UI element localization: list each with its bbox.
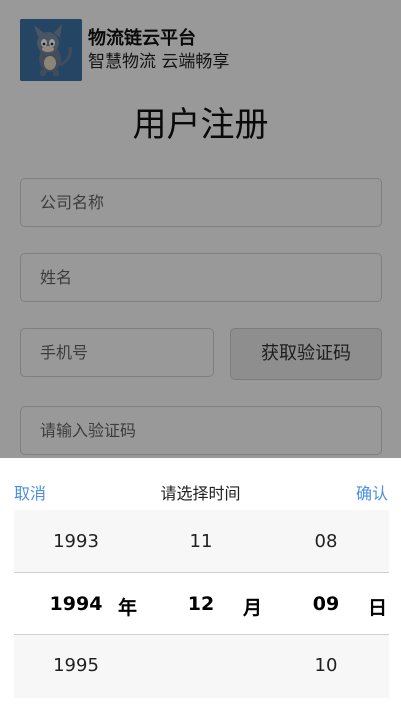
picker-header: 请选择时间 取消 确认 xyxy=(0,458,401,510)
year-option[interactable]: 1995 xyxy=(46,655,106,676)
day-option[interactable]: 08 xyxy=(296,531,356,552)
year-unit: 年 xyxy=(118,597,138,619)
date-picker: 请选择时间 取消 确认 1993 1994 1995 年 11 12 月 08 … xyxy=(0,458,401,711)
day-unit: 日 xyxy=(368,597,388,619)
picker-title: 请选择时间 xyxy=(160,484,241,503)
picker-confirm-button[interactable]: 确认 xyxy=(356,480,388,504)
year-option[interactable]: 1993 xyxy=(46,531,106,552)
year-option-selected[interactable]: 1994 xyxy=(46,593,106,615)
day-option[interactable]: 10 xyxy=(296,655,356,676)
month-unit: 月 xyxy=(243,597,263,619)
picker-cancel-button[interactable]: 取消 xyxy=(14,480,46,504)
month-option-selected[interactable]: 12 xyxy=(171,593,231,615)
day-option-selected[interactable]: 09 xyxy=(296,593,356,615)
month-option[interactable]: 11 xyxy=(171,531,231,552)
picker-wheel[interactable]: 1993 1994 1995 年 11 12 月 08 09 10 日 xyxy=(14,510,389,698)
